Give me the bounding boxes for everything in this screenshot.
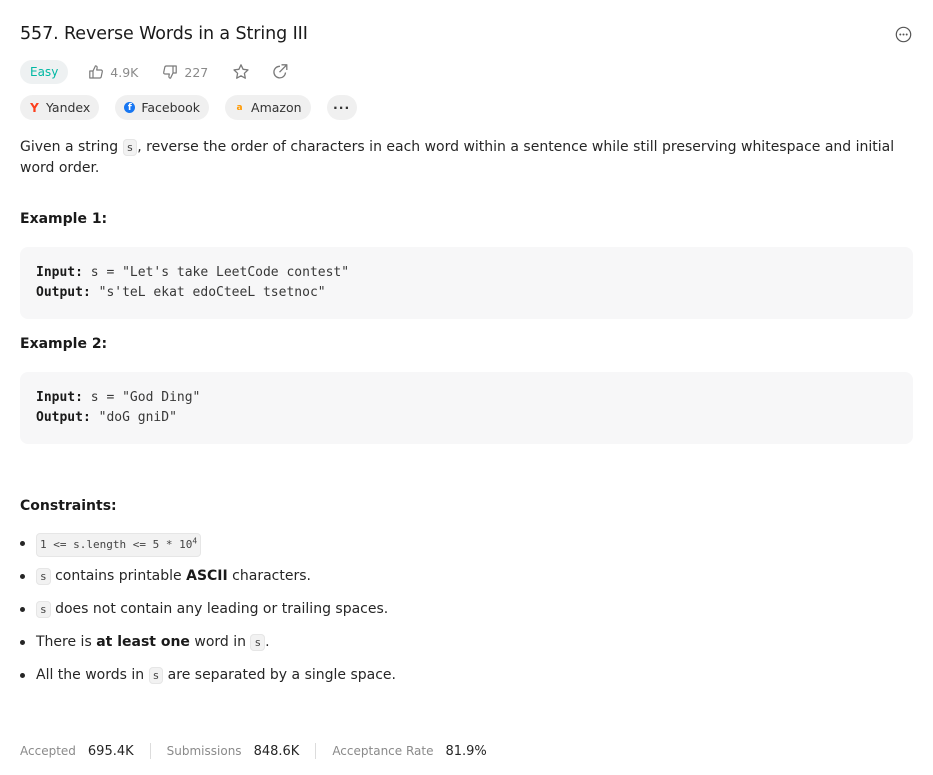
constraints-list: 1 <= s.length <= 5 * 104 s contains prin… bbox=[20, 533, 396, 698]
constraint-text: does not contain any leading or trailing… bbox=[50, 601, 389, 617]
input-label: Input: bbox=[36, 265, 83, 280]
constraint-text: There is bbox=[36, 634, 97, 650]
description-text: , reverse the order of characters in eac… bbox=[20, 139, 895, 176]
more-horizontal-icon bbox=[895, 26, 911, 42]
favorite-button[interactable] bbox=[232, 63, 250, 81]
constraints-title: Constraints: bbox=[20, 498, 117, 514]
constraint-text: . bbox=[265, 634, 270, 650]
company-tag-label: Yandex bbox=[46, 100, 91, 115]
description-text: Given a string bbox=[20, 139, 123, 155]
dislike-button[interactable]: 227 bbox=[162, 64, 208, 80]
submissions-label: Submissions bbox=[166, 744, 242, 758]
share-icon bbox=[273, 64, 288, 79]
inline-code: s bbox=[122, 139, 138, 156]
code-text: 1 <= s.length <= 5 * 10 bbox=[40, 538, 193, 551]
divider bbox=[315, 743, 317, 759]
inline-code: 1 <= s.length <= 5 * 104 bbox=[36, 533, 202, 557]
example-1-title: Example 1: bbox=[20, 211, 108, 227]
meta-row: Easy 4.9K 227 bbox=[20, 60, 289, 84]
example-output: "doG gniD" bbox=[98, 410, 177, 425]
accepted-value: 695.4K bbox=[87, 743, 134, 759]
share-button[interactable] bbox=[271, 63, 289, 81]
more-tags-button[interactable]: ··· bbox=[326, 95, 357, 120]
problem-title: 557. Reverse Words in a String III bbox=[20, 24, 308, 44]
submission-stats: Accepted 695.4K Submissions 848.6K Accep… bbox=[20, 741, 487, 761]
constraint-item: s contains printable ASCII characters. bbox=[20, 566, 396, 599]
difficulty-badge[interactable]: Easy bbox=[20, 60, 69, 84]
constraint-text: are separated by a single space. bbox=[163, 667, 396, 683]
constraint-text: All the words in bbox=[36, 667, 149, 683]
example-2-block: Input: s = "God Ding" Output: "doG gniD" bbox=[20, 372, 913, 444]
company-tag-label: Amazon bbox=[251, 100, 302, 115]
like-count: 4.9K bbox=[110, 64, 139, 80]
company-tag-facebook[interactable]: f Facebook bbox=[115, 95, 210, 120]
problem-description: Given a string s, reverse the order of c… bbox=[20, 137, 920, 178]
like-button[interactable]: 4.9K bbox=[88, 64, 138, 80]
title-row: 557. Reverse Words in a String III bbox=[20, 22, 913, 46]
submissions-value: 848.6K bbox=[253, 743, 300, 759]
input-label: Input: bbox=[36, 390, 83, 405]
facebook-logo-icon: f bbox=[124, 102, 136, 113]
acceptance-rate-label: Acceptance Rate bbox=[332, 744, 434, 758]
inline-code: s bbox=[36, 601, 51, 618]
constraint-item: All the words in s are separated by a si… bbox=[20, 665, 396, 698]
yandex-logo-icon: Y bbox=[30, 100, 39, 115]
dislike-count: 227 bbox=[184, 64, 209, 80]
constraint-text: word in bbox=[189, 634, 251, 650]
inline-code: s bbox=[36, 568, 51, 585]
more-options-button[interactable] bbox=[893, 24, 913, 44]
constraint-item: 1 <= s.length <= 5 * 104 bbox=[20, 533, 396, 566]
constraint-bold: at least one bbox=[96, 634, 190, 650]
inline-code: s bbox=[148, 667, 164, 684]
company-tag-yandex[interactable]: Y Yandex bbox=[20, 95, 100, 120]
star-icon bbox=[233, 64, 249, 79]
example-1-block: Input: s = "Let's take LeetCode contest"… bbox=[20, 247, 913, 319]
inline-code: s bbox=[250, 634, 266, 651]
example-input: s = "God Ding" bbox=[90, 390, 201, 405]
thumbs-down-icon bbox=[163, 65, 178, 79]
constraint-item: s does not contain any leading or traili… bbox=[20, 599, 396, 632]
constraint-bold: ASCII bbox=[186, 568, 228, 584]
company-tag-label: Facebook bbox=[141, 100, 201, 115]
company-tag-amazon[interactable]: a Amazon bbox=[225, 95, 311, 120]
example-output: "s'teL ekat edoCteeL tsetnoc" bbox=[98, 285, 326, 300]
acceptance-rate-value: 81.9% bbox=[445, 743, 487, 759]
constraint-text: contains printable bbox=[50, 568, 187, 584]
exponent: 4 bbox=[192, 536, 198, 546]
output-label: Output: bbox=[36, 410, 91, 425]
thumbs-up-icon bbox=[89, 65, 104, 79]
amazon-logo-icon: a bbox=[236, 102, 243, 113]
example-2-title: Example 2: bbox=[20, 336, 108, 352]
example-input: s = "Let's take LeetCode contest" bbox=[90, 265, 350, 280]
constraint-item: There is at least one word in s. bbox=[20, 632, 396, 665]
divider bbox=[149, 743, 151, 759]
output-label: Output: bbox=[36, 285, 91, 300]
company-tags: Y Yandex f Facebook a Amazon ··· bbox=[20, 95, 373, 120]
constraint-text: characters. bbox=[227, 568, 311, 584]
accepted-label: Accepted bbox=[20, 744, 76, 758]
